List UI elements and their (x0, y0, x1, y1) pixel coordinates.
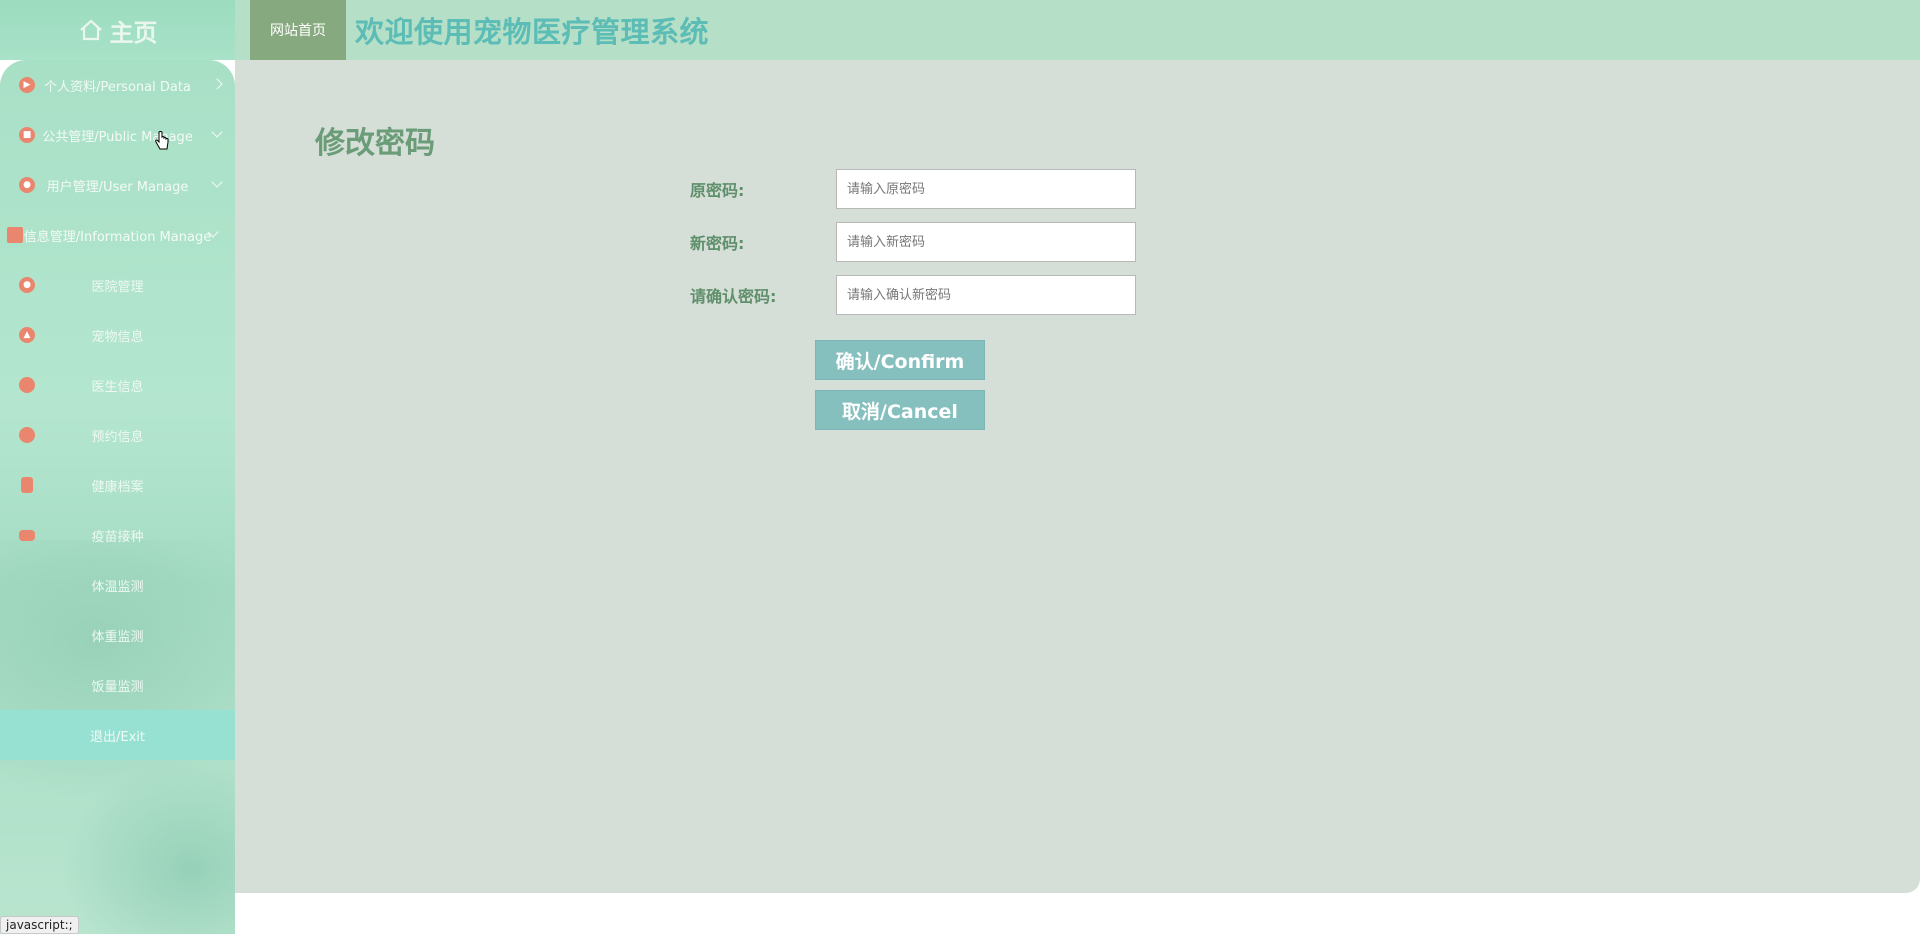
sidebar-item-label: 饭量监测 (91, 679, 144, 695)
home-label: 主页 (109, 18, 158, 47)
system-title: 欢迎使用宠物医疗管理系统 (355, 15, 710, 49)
old-password-input[interactable] (836, 169, 1136, 209)
new-password-row: 新密码: (690, 222, 1136, 262)
sidebar-item-label: 个人资料/Personal Data (44, 79, 191, 95)
sidebar-background-mist (60, 760, 235, 934)
new-password-input[interactable] (836, 222, 1136, 262)
sidebar-item-label: 健康档案 (91, 479, 144, 495)
sidebar-item-label: 医院管理 (91, 279, 144, 295)
site-home-button[interactable]: 网站首页 (250, 0, 346, 60)
sidebar-item-label: 信息管理/Information Manage (23, 229, 212, 245)
sidebar-item-label: 预约信息 (91, 429, 144, 445)
confirm-button[interactable]: 确认/Confirm (815, 340, 985, 380)
sidebar-item-label: 退出/Exit (90, 729, 145, 745)
sidebar-item-exit[interactable]: 退出/Exit (0, 710, 235, 760)
sidebar-item-label: 体重监测 (91, 629, 144, 645)
sidebar-subitem-hospital[interactable]: ● 医院管理 (0, 260, 235, 310)
old-password-row: 原密码: (690, 169, 1136, 209)
page-title: 修改密码 (315, 126, 435, 161)
sidebar-item-label: 公共管理/Public Manage (42, 129, 193, 145)
sidebar-subitem-temperature[interactable]: 体温监测 (0, 560, 235, 610)
sidebar: ▶ 个人资料/Personal Data ■ 公共管理/Public Manag… (0, 60, 235, 934)
hand-cursor-icon (155, 131, 169, 150)
sidebar-subitem-doctor-info[interactable]: 医生信息 (0, 360, 235, 410)
sidebar-item-information-manage[interactable]: 信息管理/Information Manage (0, 210, 235, 260)
sidebar-item-public-manage[interactable]: ■ 公共管理/Public Manage (0, 110, 235, 160)
home-icon (79, 19, 102, 41)
sidebar-item-label: 用户管理/User Manage (46, 179, 189, 195)
sidebar-item-label: 体温监测 (91, 579, 144, 595)
sidebar-subitem-weight[interactable]: 体重监测 (0, 610, 235, 660)
sidebar-subitem-food-intake[interactable]: 饭量监测 (0, 660, 235, 710)
sidebar-item-label: 宠物信息 (91, 329, 144, 345)
sidebar-subitem-appointment[interactable]: 预约信息 (0, 410, 235, 460)
new-password-label: 新密码: (690, 234, 745, 253)
confirm-password-row: 请确认密码: (690, 275, 1136, 315)
sidebar-subitem-pet-info[interactable]: ▲ 宠物信息 (0, 310, 235, 360)
sidebar-item-user-manage[interactable]: ● 用户管理/User Manage (0, 160, 235, 210)
old-password-label: 原密码: (690, 181, 745, 200)
main-panel: 修改密码 原密码: 新密码: 请确认密码: 确认/Confirm 取消/Canc… (235, 60, 1920, 893)
home-logo[interactable]: 主页 (0, 0, 235, 60)
confirm-password-input[interactable] (836, 275, 1136, 315)
sidebar-item-personal-data[interactable]: ▶ 个人资料/Personal Data (0, 60, 235, 110)
cancel-button[interactable]: 取消/Cancel (815, 390, 985, 430)
link-preview-status: javascript:; (0, 916, 79, 934)
top-header: 主页 网站首页 欢迎使用宠物医疗管理系统 (0, 0, 1920, 60)
sidebar-item-label: 疫苗接种 (91, 529, 144, 545)
sidebar-subitem-vaccination[interactable]: 疫苗接种 (0, 510, 235, 560)
sidebar-item-label: 医生信息 (91, 379, 144, 395)
sidebar-subitem-health-record[interactable]: 健康档案 (0, 460, 235, 510)
confirm-password-label: 请确认密码: (690, 287, 777, 306)
